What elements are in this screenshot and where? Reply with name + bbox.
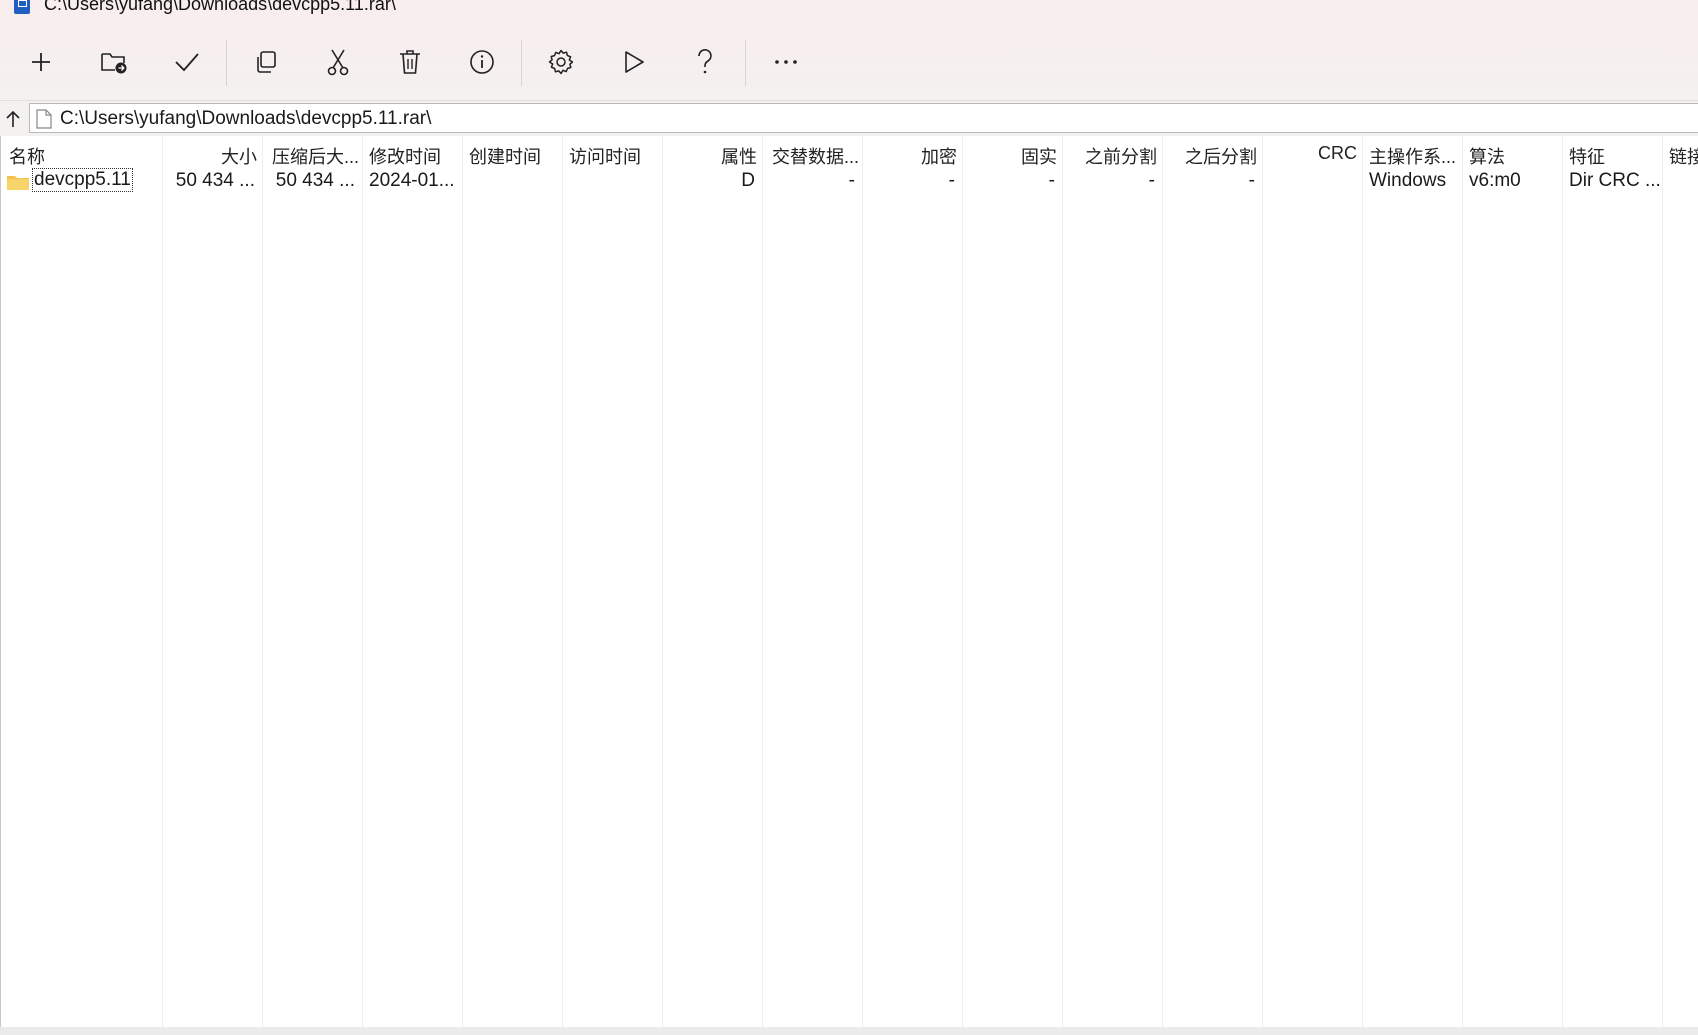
column-header-method[interactable]: 算法 [1469, 143, 1505, 169]
column-header-encrypted[interactable]: 加密 [862, 143, 957, 169]
column-header-packed-size[interactable]: 压缩后大... [272, 143, 359, 169]
file-icon [36, 109, 52, 129]
address-path: C:\Users\yufang\Downloads\devcpp5.11.rar… [60, 108, 432, 129]
column-header-attributes[interactable]: 属性 [662, 143, 757, 169]
move-button[interactable] [318, 44, 358, 80]
solid-cell: - [1048, 170, 1055, 191]
folder-icon [7, 176, 29, 190]
packed-size-cell: 50 434 ... [275, 170, 355, 191]
column-divider [762, 136, 763, 1027]
archive-window: C:\Users\yufang\Downloads\devcpp5.11.rar… [0, 0, 1698, 1035]
method-cell: v6:m0 [1469, 170, 1521, 191]
column-header-alt-streams[interactable]: 交替数据... [772, 143, 859, 169]
encrypted-cell: - [948, 170, 955, 191]
toolbar [0, 30, 1698, 100]
help-button[interactable] [685, 44, 725, 80]
app-icon [14, 0, 30, 14]
trash-icon [400, 50, 420, 74]
toolbar-separator [226, 40, 227, 86]
column-divider [662, 136, 663, 1027]
column-header-host-os[interactable]: 主操作系... [1369, 143, 1456, 169]
window-title: C:\Users\yufang\Downloads\devcpp5.11.rar… [44, 0, 396, 14]
split-after-cell: - [1248, 170, 1255, 191]
benchmark-button[interactable] [614, 44, 654, 80]
column-divider [1062, 136, 1063, 1027]
info-icon [470, 50, 494, 74]
info-button[interactable] [462, 44, 502, 80]
column-header-created[interactable]: 创建时间 [469, 143, 541, 169]
arrow-up-icon [6, 110, 20, 127]
column-header-split-after[interactable]: 之后分割 [1162, 143, 1257, 169]
file-list[interactable]: 名称 大小 压缩后大... 修改时间 创建时间 访问时间 属性 交替数据... … [0, 136, 1698, 1027]
up-folder-button[interactable] [0, 101, 26, 137]
attributes-cell: D [741, 170, 755, 191]
checkmark-icon [175, 53, 199, 72]
column-divider [462, 136, 463, 1027]
more-icon [775, 60, 797, 64]
host-os-cell: Windows [1369, 170, 1447, 191]
add-button[interactable] [21, 44, 61, 80]
column-divider [1462, 136, 1463, 1027]
column-divider [1662, 136, 1663, 1027]
column-header-crc[interactable]: CRC [1262, 143, 1357, 164]
column-header-name[interactable]: 名称 [9, 143, 45, 169]
column-header-size[interactable]: 大小 [162, 143, 257, 169]
address-bar: C:\Users\yufang\Downloads\devcpp5.11.rar… [0, 100, 1698, 137]
column-divider [1262, 136, 1263, 1027]
column-divider [362, 136, 363, 1027]
column-header-modified[interactable]: 修改时间 [369, 143, 441, 169]
file-name-cell[interactable]: devcpp5.11 [32, 168, 133, 192]
alt-streams-cell: - [848, 170, 855, 191]
address-input[interactable]: C:\Users\yufang\Downloads\devcpp5.11.rar… [29, 103, 1698, 133]
plus-icon [32, 53, 50, 71]
question-icon [698, 49, 712, 74]
column-divider [962, 136, 963, 1027]
column-header-solid[interactable]: 固实 [962, 143, 1057, 169]
copy-icon [257, 51, 276, 73]
folder-extract-icon [101, 53, 127, 74]
delete-button[interactable] [390, 44, 430, 80]
title-bar: C:\Users\yufang\Downloads\devcpp5.11.rar… [0, 0, 1698, 30]
more-button[interactable] [766, 44, 806, 80]
column-divider [1562, 136, 1563, 1027]
toolbar-separator [521, 40, 522, 86]
split-before-cell: - [1148, 170, 1155, 191]
play-icon [625, 51, 644, 73]
horizontal-scrollbar[interactable] [0, 1027, 1698, 1035]
column-divider [862, 136, 863, 1027]
column-divider [562, 136, 563, 1027]
column-header-link[interactable]: 链接 [1669, 143, 1698, 169]
size-cell: 50 434 ... [175, 170, 255, 191]
settings-button[interactable] [541, 44, 581, 80]
column-header-split-before[interactable]: 之前分割 [1062, 143, 1157, 169]
column-header-accessed[interactable]: 访问时间 [569, 143, 641, 169]
extract-button[interactable] [94, 44, 134, 80]
modified-cell: 2024-01... [369, 170, 455, 191]
column-divider [1362, 136, 1363, 1027]
gear-icon [548, 49, 574, 75]
test-button[interactable] [167, 44, 207, 80]
column-divider [1162, 136, 1163, 1027]
column-divider [162, 136, 163, 1027]
copy-button[interactable] [246, 44, 286, 80]
characteristics-cell: Dir CRC ... [1569, 170, 1661, 191]
column-divider [262, 136, 263, 1027]
scissors-icon [327, 49, 349, 76]
toolbar-separator [745, 40, 746, 86]
column-header-characteristics[interactable]: 特征 [1569, 143, 1605, 169]
